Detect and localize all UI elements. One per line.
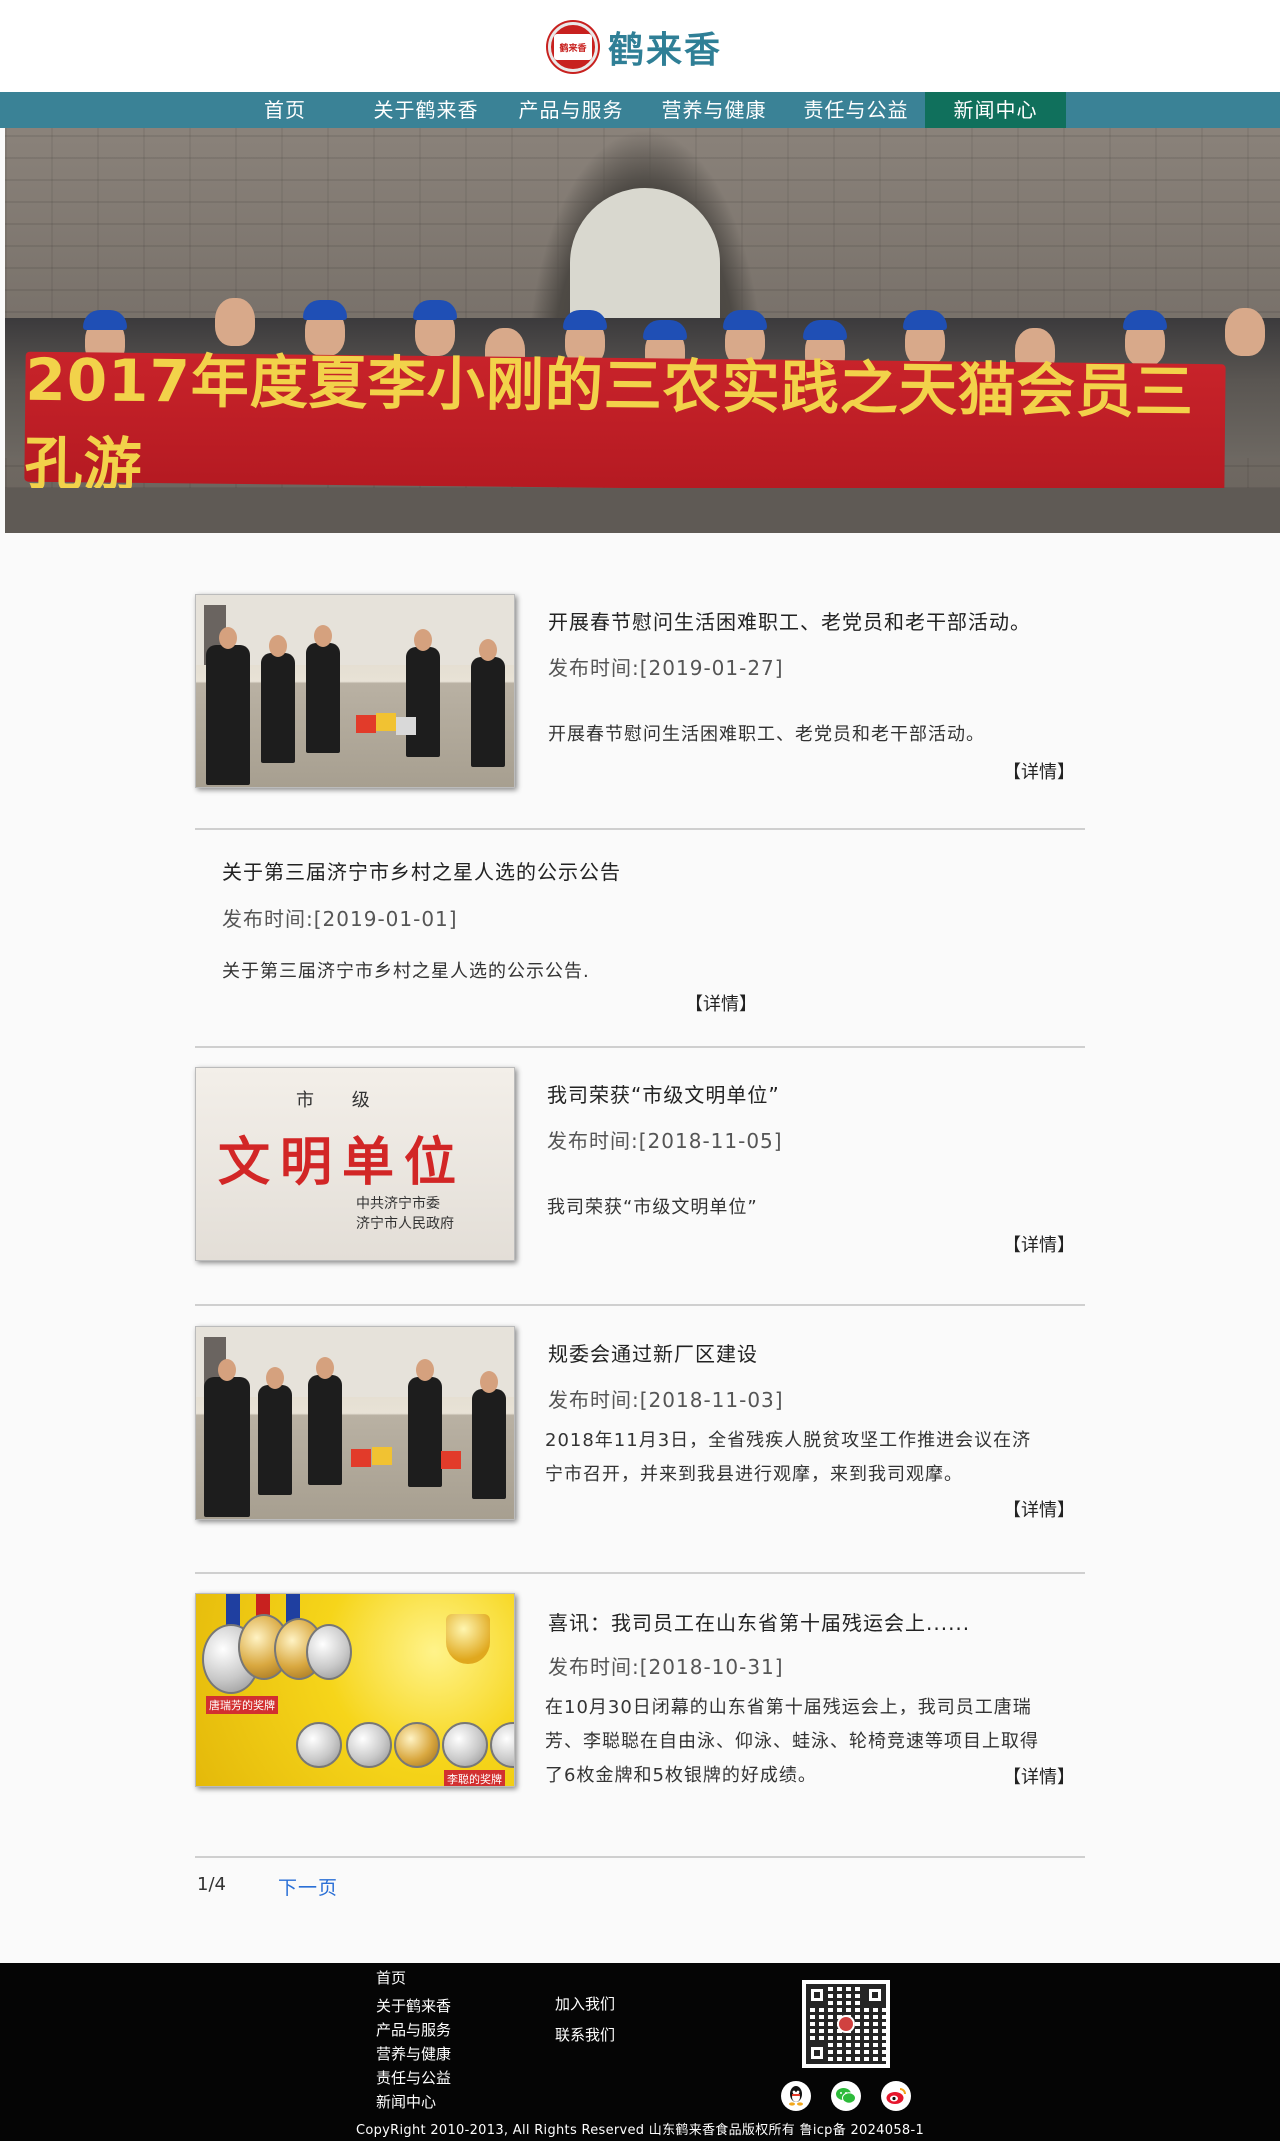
news-detail-link[interactable]: 【详情】 <box>1003 1763 1075 1789</box>
news-summary: 在10月30日闭幕的山东省第十届残运会上，我司员工唐瑞芳、李聪聪在自由泳、仰泳、… <box>545 1697 1039 1786</box>
footer-link-news[interactable]: 新闻中心 <box>376 2091 436 2112</box>
footer-link-home[interactable]: 首页 <box>376 1967 406 1988</box>
footer-link-responsibility[interactable]: 责任与公益 <box>376 2067 451 2088</box>
pager-next-link[interactable]: 下一页 <box>278 1873 338 1900</box>
news-title[interactable]: 规委会通过新厂区建设 <box>548 1338 758 1367</box>
divider <box>195 1304 1085 1306</box>
site-footer <box>0 1963 1280 2141</box>
medal-tag-left: 唐瑞芳的奖牌 <box>206 1696 278 1714</box>
copyright-text: CopyRight 2010-2013, All Rights Reserved… <box>356 2123 925 2138</box>
news-detail-link[interactable]: 【详情】 <box>1003 1496 1075 1522</box>
nav-item-news[interactable]: 新闻中心 <box>925 92 1066 128</box>
news-title[interactable]: 我司荣获“市级文明单位” <box>547 1079 780 1108</box>
footer-link-nutrition[interactable]: 营养与健康 <box>376 2043 451 2064</box>
news-detail-link[interactable]: 【详情】 <box>1003 1231 1075 1257</box>
footer-link-products[interactable]: 产品与服务 <box>376 2019 451 2040</box>
news-summary: 2018年11月3日，全省残疾人脱贫攻坚工作推进会议在济宁市召开，并来到我县进行… <box>545 1430 1032 1485</box>
wechat-icon[interactable] <box>831 2081 861 2111</box>
news-date: 发布时间:[2018-11-05] <box>547 1129 783 1153</box>
qq-icon[interactable] <box>781 2081 811 2111</box>
logo-badge-text: 鹤来香 <box>554 34 592 60</box>
footer-link-join[interactable]: 加入我们 <box>555 1993 615 2014</box>
pager-count: 1/4 <box>197 1874 226 1895</box>
plaque-issuer-line: 中共济宁市委 <box>356 1196 440 1212</box>
news-summary: 关于第三届济宁市乡村之星人选的公示公告. <box>222 961 590 982</box>
footer-link-about[interactable]: 关于鹤来香 <box>376 1995 451 2016</box>
news-summary: 我司荣获“市级文明单位” <box>547 1197 758 1218</box>
plaque-top-text: 市 级 <box>296 1090 386 1111</box>
banner-sign: 2017年度夏李小刚的三农实践之天猫会员三孔游 <box>24 345 1226 499</box>
plaque-main-text: 文明单位 <box>218 1132 467 1193</box>
news-thumbnail[interactable] <box>195 594 515 788</box>
footer-link-contact[interactable]: 联系我们 <box>555 2024 615 2045</box>
banner-ground <box>5 488 1280 533</box>
hero-banner: 2017年度夏李小刚的三农实践之天猫会员三孔游 <box>5 128 1280 533</box>
news-title[interactable]: 喜讯：我司员工在山东省第十届残运会上...... <box>548 1607 970 1636</box>
news-detail-link[interactable]: 【详情】 <box>1003 758 1075 784</box>
main-nav: 首页 关于鹤来香 产品与服务 营养与健康 责任与公益 新闻中心 <box>0 92 1280 128</box>
weibo-icon[interactable] <box>881 2081 911 2111</box>
medal-tag-right: 李聪的奖牌 <box>444 1770 505 1786</box>
news-thumbnail[interactable] <box>195 1326 515 1520</box>
site-header: 鹤来香 鹤来香 <box>0 0 1280 92</box>
divider <box>195 1572 1085 1574</box>
divider <box>195 828 1085 830</box>
news-thumbnail[interactable]: 唐瑞芳的奖牌 李聪的奖牌 <box>195 1593 515 1787</box>
news-date: 发布时间:[2019-01-27] <box>548 656 784 680</box>
news-item[interactable]: 规委会通过新厂区建设 发布时间:[2018-11-03] 2018年11月3日，… <box>195 1326 1085 1526</box>
logo-text: 鹤来香 <box>608 30 723 71</box>
news-detail-link[interactable]: 【详情】 <box>685 990 757 1016</box>
logo-badge-icon: 鹤来香 <box>548 22 598 72</box>
qr-code-icon <box>802 1980 890 2068</box>
news-item[interactable]: 唐瑞芳的奖牌 李聪的奖牌 喜讯：我司员工在山东省第十届残运会上...... 发布… <box>195 1593 1085 1793</box>
news-title[interactable]: 关于第三届济宁市乡村之星人选的公示公告 <box>222 856 621 885</box>
nav-item-nutrition[interactable]: 营养与健康 <box>648 92 780 128</box>
news-item[interactable]: 市 级 文明单位 中共济宁市委 济宁市人民政府 我司荣获“市级文明单位” 发布时… <box>195 1067 1085 1267</box>
news-date: 发布时间:[2018-11-03] <box>548 1388 784 1412</box>
news-summary: 开展春节慰问生活困难职工、老党员和老干部活动。 <box>548 724 985 745</box>
news-date: 发布时间:[2019-01-01] <box>222 907 458 931</box>
trophy-icon <box>446 1614 490 1664</box>
plaque-issuer: 中共济宁市委 济宁市人民政府 <box>356 1194 454 1234</box>
nav-item-products[interactable]: 产品与服务 <box>505 92 637 128</box>
news-thumbnail[interactable]: 市 级 文明单位 中共济宁市委 济宁市人民政府 <box>195 1067 515 1261</box>
news-item[interactable]: 关于第三届济宁市乡村之星人选的公示公告 发布时间:[2019-01-01] 关于… <box>195 850 1085 1020</box>
nav-item-about[interactable]: 关于鹤来香 <box>360 92 492 128</box>
page: 鹤来香 鹤来香 首页 关于鹤来香 产品与服务 营养与健康 责任与公益 新闻中心 <box>0 0 1280 2141</box>
nav-item-home[interactable]: 首页 <box>240 92 330 128</box>
divider <box>195 1046 1085 1048</box>
news-date: 发布时间:[2018-10-31] <box>548 1655 784 1679</box>
nav-item-responsibility[interactable]: 责任与公益 <box>790 92 922 128</box>
news-item[interactable]: 开展春节慰问生活困难职工、老党员和老干部活动。 发布时间:[2019-01-27… <box>195 594 1085 794</box>
plaque-issuer-line: 济宁市人民政府 <box>356 1216 454 1232</box>
site-logo[interactable]: 鹤来香 鹤来香 <box>548 20 722 74</box>
divider <box>195 1856 1085 1858</box>
news-title[interactable]: 开展春节慰问生活困难职工、老党员和老干部活动。 <box>548 606 1031 635</box>
banner-sign-text: 2017年度夏李小刚的三农实践之天猫会员三孔游 <box>24 345 1195 499</box>
